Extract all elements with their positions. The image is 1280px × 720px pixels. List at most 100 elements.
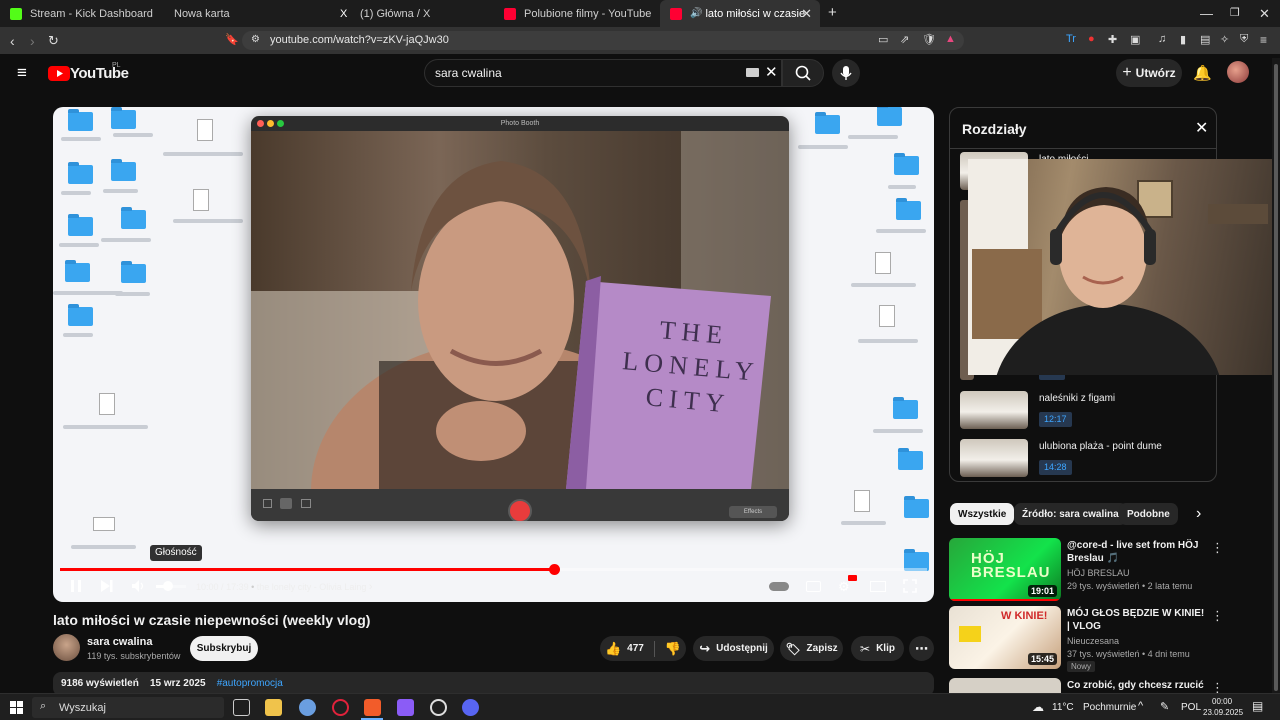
weather-cloud-icon[interactable]: ☁ (1032, 700, 1044, 714)
chapter-item[interactable]: ulubiona plaża - point dume 14:28 (960, 439, 1210, 479)
restore-icon[interactable]: ❐ (1230, 6, 1240, 19)
extension-red-icon[interactable]: ● (1088, 33, 1095, 45)
search-button[interactable] (782, 59, 824, 87)
voice-search-button[interactable] (832, 59, 860, 87)
recommendation-item[interactable]: Co zrobić, gdy chcesz rzucić ⋮ (949, 678, 1224, 693)
autoplay-toggle[interactable] (769, 582, 789, 591)
progress-bar[interactable] (60, 568, 927, 571)
cast-icon[interactable]: ▭ (878, 33, 888, 46)
share-button[interactable]: ↪ Udostępnij (693, 636, 774, 661)
tab-x-home[interactable]: X (1) Główna / X (330, 0, 494, 27)
progress-scrubber[interactable] (549, 564, 561, 575)
chip-source-channel[interactable]: Źródło: sara cwalina (1014, 503, 1127, 525)
chapter-time: 12:17 (1039, 412, 1072, 427)
like-count[interactable]: 477 (627, 643, 644, 654)
next-video-button[interactable] (100, 579, 114, 593)
media-icon[interactable]: ♫ (1158, 33, 1166, 45)
channel-name[interactable]: sara cwalina (87, 636, 152, 648)
more-options-icon[interactable]: ⋮ (1211, 540, 1224, 556)
vpn-icon[interactable]: ⛨ (1240, 33, 1248, 46)
site-info-icon[interactable]: ⚙ (251, 34, 260, 45)
taskbar-search-input[interactable]: ⌕ Wyszukaj (32, 697, 224, 718)
volume-knob[interactable] (163, 581, 173, 591)
recommendation-channel: HÖJ BRESLAU (1067, 568, 1130, 578)
subtitles-icon[interactable] (806, 581, 821, 592)
clock-date[interactable]: 23.09.2025 (1203, 708, 1243, 717)
close-panel-icon[interactable]: ✕ (1195, 118, 1208, 138)
youtube-logo-icon[interactable] (48, 66, 70, 81)
app-icon[interactable] (299, 699, 316, 716)
tab-new-tab[interactable]: Nowa karta (164, 0, 330, 27)
sidebar-icon[interactable]: ▮ (1180, 33, 1186, 46)
search-input[interactable]: sara cwalina ✕ (424, 59, 782, 87)
brave-shields-icon[interactable]: 🛡 (922, 33, 936, 46)
leo-icon[interactable]: ✧ (1220, 33, 1229, 46)
recommendation-item[interactable]: HÖJ BRESLAU 19:01 @core-d - live set fro… (949, 538, 1224, 601)
brave-icon[interactable] (364, 699, 381, 716)
file-explorer-icon[interactable] (265, 699, 282, 716)
mute-button[interactable] (131, 579, 147, 593)
pen-icon[interactable]: ✎ (1160, 700, 1169, 713)
back-icon[interactable]: ‹ (10, 33, 15, 49)
clock-time[interactable]: 00:00 (1212, 697, 1232, 706)
screenshot-extension-icon[interactable]: ▣ (1130, 33, 1140, 46)
video-player[interactable]: Photo Booth THE LONELY CITY Effects Głoś… (53, 107, 934, 602)
recommendation-thumbnail (949, 678, 1061, 693)
weather-desc[interactable]: Pochmurnie (1083, 702, 1136, 713)
minimize-icon[interactable]: — (1200, 6, 1213, 21)
chip-all[interactable]: Wszystkie (950, 503, 1015, 525)
translate-extension-icon[interactable]: Tr (1066, 33, 1076, 45)
reload-icon[interactable]: ↻ (48, 33, 59, 49)
channel-avatar[interactable] (53, 634, 80, 661)
menu-icon[interactable]: ≡ (1260, 33, 1267, 47)
clip-button[interactable]: ✂ Klip (851, 636, 904, 661)
subscribe-button[interactable]: Subskrybuj (190, 636, 258, 661)
more-options-icon[interactable]: ⋮ (1211, 608, 1224, 624)
new-tab-button[interactable]: + (828, 4, 837, 21)
tab-liked-videos[interactable]: Polubione filmy - YouTube (494, 0, 658, 27)
keyboard-icon[interactable] (746, 68, 759, 77)
share-page-icon[interactable]: ⇗ (900, 33, 909, 46)
account-avatar[interactable] (1227, 61, 1249, 83)
chip-related[interactable]: Podobne (1119, 503, 1178, 525)
create-button[interactable]: + Utwórz (1116, 59, 1182, 87)
discord-icon[interactable] (462, 699, 479, 716)
brave-rewards-icon[interactable]: ▲ (945, 33, 956, 45)
pause-button[interactable] (69, 579, 83, 593)
opera-icon[interactable] (332, 699, 349, 716)
close-tab-icon[interactable]: ✕ (801, 6, 812, 22)
chips-next-icon[interactable]: › (1196, 505, 1201, 523)
recommendation-item[interactable]: W KINIE! 15:45 MÓJ GŁOS BĘDZIE W KINIE! … (949, 606, 1224, 672)
hashtag-link[interactable]: #autopromocja (217, 678, 283, 689)
app-icon[interactable] (397, 699, 414, 716)
weather-temp[interactable]: 11°C (1052, 702, 1074, 713)
wallet-icon[interactable]: ▤ (1200, 33, 1210, 46)
notifications-icon[interactable]: ▤ (1252, 699, 1263, 713)
more-options-icon[interactable]: ⋮ (1211, 680, 1224, 693)
forward-icon[interactable]: › (30, 33, 35, 49)
current-chapter-label[interactable]: the lonely city - Olivia Laing (257, 582, 367, 592)
more-actions-button[interactable]: ⋯ (909, 636, 934, 661)
windows-start-icon[interactable] (10, 701, 23, 714)
tray-chevron-icon[interactable]: ^ (1138, 700, 1143, 712)
fullscreen-icon[interactable] (903, 579, 917, 593)
like-icon[interactable]: 👍 (605, 641, 621, 657)
task-view-icon[interactable] (233, 699, 250, 716)
save-button[interactable]: 🏷 Zapisz (780, 636, 843, 661)
bookmark-icon[interactable]: 🔖 (225, 33, 239, 46)
scrollbar-thumb[interactable] (1274, 64, 1278, 691)
keyboard-language[interactable]: POL (1181, 702, 1201, 713)
notifications-bell-icon[interactable]: 🔔 (1193, 64, 1212, 82)
close-window-icon[interactable]: ✕ (1259, 6, 1270, 22)
hamburger-menu-icon[interactable]: ≡ (17, 63, 27, 83)
clear-search-icon[interactable]: ✕ (765, 63, 778, 81)
tab-kick-dashboard[interactable]: Stream - Kick Dashboard (0, 0, 166, 27)
desktop-label (851, 283, 916, 287)
chapter-item[interactable]: naleśniki z figami 12:17 (960, 391, 1210, 431)
settings-gear-icon[interactable]: ⚙ (838, 579, 850, 595)
extensions-icon[interactable]: ✚ (1108, 33, 1117, 46)
tab-current-video[interactable]: 🔊 lato miłości w czasie niepewn ✕ (660, 0, 820, 27)
theater-mode-icon[interactable] (870, 581, 886, 592)
obs-icon[interactable] (430, 699, 447, 716)
dislike-icon[interactable]: 👎 (665, 641, 681, 657)
